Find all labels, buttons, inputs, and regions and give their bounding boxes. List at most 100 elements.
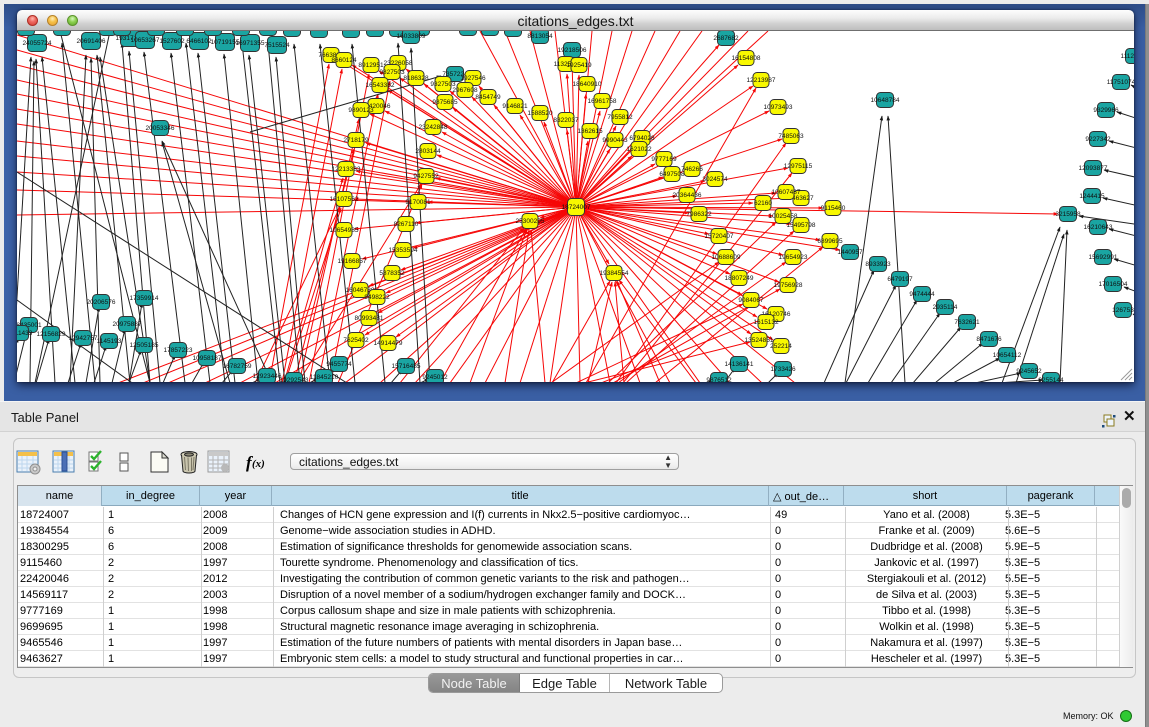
svg-text:9498222: 9498222 [364, 294, 390, 301]
svg-text:24055724: 24055724 [23, 40, 52, 47]
svg-text:1925419: 1925419 [566, 62, 592, 69]
svg-text:10654112: 10654112 [993, 352, 1022, 359]
svg-text:746266: 746266 [681, 166, 703, 173]
svg-text:8322037: 8322037 [553, 117, 579, 124]
svg-text:1927546: 1927546 [460, 75, 486, 82]
svg-text:18807249: 18807249 [725, 275, 754, 282]
svg-text:16107562: 16107562 [330, 196, 359, 203]
svg-text:10958187: 10958187 [193, 355, 222, 362]
svg-text:14914479: 14914479 [374, 340, 403, 347]
svg-text:9455774: 9455774 [326, 361, 352, 368]
svg-text:16154808: 16154808 [732, 55, 761, 62]
svg-text:19166857: 19166857 [338, 258, 367, 265]
svg-text:20053346: 20053346 [146, 125, 175, 132]
svg-text:1588520: 1588520 [527, 110, 553, 117]
svg-text:16782759: 16782759 [223, 363, 252, 370]
svg-text:62160: 62160 [754, 200, 772, 207]
svg-text:12923446: 12923446 [253, 373, 282, 380]
svg-text:9990443: 9990443 [602, 137, 628, 144]
svg-text:8471676: 8471676 [976, 336, 1002, 343]
svg-text:7986322: 7986322 [686, 211, 712, 218]
svg-text:18724007: 18724007 [562, 204, 591, 211]
svg-text:80993481: 80993481 [355, 315, 384, 322]
svg-text:2803144: 2803144 [415, 148, 441, 155]
svg-text:8186328: 8186328 [403, 75, 429, 82]
svg-text:5878352: 5878352 [379, 270, 405, 277]
svg-text:20975887: 20975887 [113, 321, 142, 328]
svg-text:17857223: 17857223 [164, 347, 193, 354]
svg-text:9427552: 9427552 [413, 173, 439, 180]
svg-text:2718179: 2718179 [343, 137, 369, 144]
svg-text:11121110: 11121110 [1121, 53, 1135, 60]
svg-text:8267110: 8267110 [394, 221, 419, 228]
svg-text:8813054: 8813054 [527, 33, 553, 40]
svg-text:16971355: 16971355 [236, 40, 265, 47]
svg-text:19654923: 19654923 [779, 254, 808, 261]
svg-text:15692991: 15692991 [1089, 254, 1118, 261]
svg-text:9890123: 9890123 [348, 107, 374, 114]
svg-text:18640910: 18640910 [573, 81, 602, 88]
svg-text:10688609: 10688609 [712, 254, 741, 261]
svg-text:20691406: 20691406 [77, 38, 106, 45]
svg-text:9227342: 9227342 [1085, 136, 1111, 143]
svg-text:23242848: 23242848 [419, 124, 448, 131]
svg-text:7632621: 7632621 [954, 319, 980, 326]
svg-text:6899695: 6899695 [817, 238, 843, 245]
svg-text:3215958: 3215958 [1055, 211, 1081, 218]
svg-text:9827503: 9827503 [379, 69, 405, 76]
svg-text:25300295: 25300295 [516, 218, 545, 225]
svg-text:16210643: 16210643 [1084, 224, 1113, 231]
svg-text:9084067: 9084067 [738, 297, 764, 304]
svg-text:3911433: 3911433 [17, 330, 33, 337]
svg-text:12942757: 12942757 [69, 335, 98, 342]
svg-text:20206576: 20206576 [87, 299, 116, 306]
svg-text:9245652: 9245652 [1016, 368, 1042, 375]
svg-text:1615132: 1615132 [753, 319, 779, 326]
svg-text:19218506: 19218506 [558, 47, 587, 54]
svg-text:15495798: 15495798 [787, 222, 816, 229]
svg-text:2967608: 2967608 [452, 87, 478, 94]
svg-text:17016504: 17016504 [1099, 281, 1128, 288]
svg-text:1733426: 1733426 [770, 366, 796, 373]
svg-text:8933923: 8933923 [865, 261, 891, 268]
svg-text:16033809: 16033809 [397, 33, 426, 40]
svg-text:15720407: 15720407 [705, 233, 734, 240]
svg-text:8660124: 8660124 [331, 57, 357, 64]
svg-text:9474444: 9474444 [909, 291, 935, 298]
svg-text:9875685: 9875685 [432, 99, 458, 106]
svg-text:12975115: 12975115 [784, 163, 813, 170]
svg-text:8912951: 8912951 [358, 62, 384, 69]
svg-text:10648784: 10648784 [871, 97, 900, 104]
svg-text:2935114: 2935114 [933, 304, 958, 311]
svg-text:15716485: 15716485 [392, 363, 421, 370]
svg-text:20364436: 20364436 [673, 192, 702, 199]
svg-text:7485063: 7485063 [778, 133, 804, 140]
svg-text:(x): (x) [252, 458, 265, 470]
svg-text:9255144: 9255144 [1038, 377, 1064, 382]
svg-text:252214: 252214 [770, 343, 792, 350]
svg-text:16961758: 16961758 [588, 98, 617, 105]
svg-text:10973493: 10973493 [764, 104, 793, 111]
svg-text:11845210: 11845210 [310, 374, 339, 381]
svg-text:12505185: 12505185 [130, 342, 159, 349]
svg-text:2687682: 2687682 [713, 35, 739, 42]
svg-text:1145193: 1145193 [97, 338, 122, 345]
svg-text:10654985: 10654985 [330, 227, 359, 234]
svg-text:6479197: 6479197 [887, 276, 913, 283]
svg-text:1527602: 1527602 [159, 38, 185, 45]
svg-text:8454749: 8454749 [475, 94, 501, 101]
svg-text:1440957: 1440957 [837, 249, 863, 256]
svg-text:9777169: 9777169 [651, 156, 677, 163]
svg-text:3024574: 3024574 [702, 176, 728, 183]
svg-text:17359914: 17359914 [130, 295, 159, 302]
svg-text:126753: 126753 [1112, 307, 1134, 314]
svg-text:7955812: 7955812 [607, 114, 633, 121]
svg-text:12213987: 12213987 [747, 77, 776, 84]
svg-text:14136141: 14136141 [725, 361, 754, 368]
svg-text:1244415: 1244415 [1079, 193, 1105, 200]
svg-text:10607487: 10607487 [772, 189, 801, 196]
svg-text:7515524: 7515524 [264, 42, 290, 49]
svg-text:19384554: 19384554 [600, 270, 629, 277]
svg-text:1362615: 1362615 [577, 128, 603, 135]
svg-text:9245012: 9245012 [422, 374, 448, 381]
